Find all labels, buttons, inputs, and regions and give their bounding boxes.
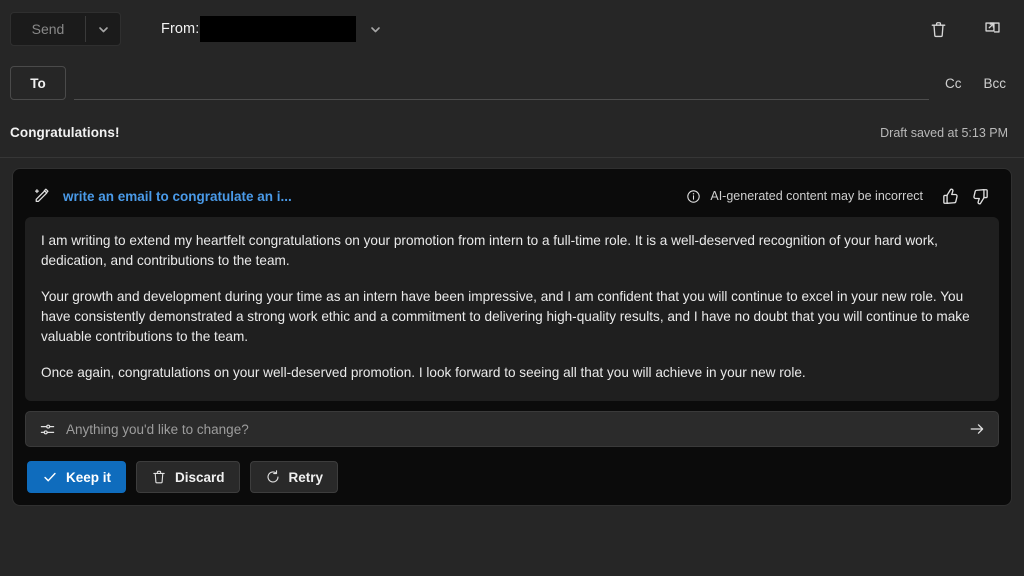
retry-label: Retry bbox=[288, 469, 324, 485]
email-paragraph: I am writing to extend my heartfelt cong… bbox=[41, 233, 938, 268]
bcc-button[interactable]: Bcc bbox=[981, 72, 1008, 95]
retry-button[interactable]: Retry bbox=[249, 461, 339, 493]
discard-label: Discard bbox=[175, 469, 225, 485]
cc-button[interactable]: Cc bbox=[943, 72, 964, 95]
command-bar-right-actions bbox=[922, 13, 1008, 45]
compose-command-bar: Send From: bbox=[0, 0, 1024, 58]
refine-submit-button[interactable] bbox=[962, 415, 992, 443]
to-input-area[interactable] bbox=[74, 66, 929, 100]
email-paragraph: Once again, congratulations on your well… bbox=[41, 365, 806, 380]
from-dropdown-button[interactable] bbox=[362, 16, 388, 42]
sliders-icon bbox=[36, 418, 58, 440]
info-circle-icon[interactable] bbox=[680, 183, 706, 209]
from-address-redacted bbox=[200, 16, 357, 42]
from-field-group[interactable]: From: bbox=[161, 12, 388, 46]
ai-disclaimer-text: AI-generated content may be incorrect bbox=[710, 189, 923, 203]
keep-it-button[interactable]: Keep it bbox=[27, 461, 127, 493]
from-label: From: bbox=[161, 21, 200, 37]
copilot-draft-panel: write an email to congratulate an i... A… bbox=[12, 168, 1012, 506]
send-split-button[interactable]: Send bbox=[10, 12, 121, 46]
to-input[interactable] bbox=[74, 66, 929, 100]
cc-bcc-group: Cc Bcc bbox=[943, 72, 1008, 95]
refine-prompt-bar[interactable] bbox=[25, 411, 999, 447]
trash-icon bbox=[153, 470, 165, 484]
subject-row: Congratulations! Draft saved at 5:13 PM bbox=[0, 108, 1024, 158]
copilot-panel-header: write an email to congratulate an i... A… bbox=[25, 179, 999, 213]
thumbs-up-icon bbox=[942, 188, 958, 204]
checkmark-icon bbox=[44, 472, 56, 482]
thumbs-down-button[interactable] bbox=[965, 181, 995, 211]
thumbs-down-icon bbox=[972, 188, 988, 204]
recipients-row: To Cc Bcc bbox=[0, 58, 1024, 108]
magic-pen-icon bbox=[31, 185, 53, 207]
keep-it-label: Keep it bbox=[66, 469, 112, 485]
send-options-dropdown[interactable] bbox=[86, 13, 120, 45]
to-field-underline bbox=[74, 99, 929, 100]
email-paragraph: Your growth and development during your … bbox=[41, 289, 970, 344]
refine-input[interactable] bbox=[66, 421, 962, 437]
generated-email-body[interactable]: I am writing to extend my heartfelt cong… bbox=[25, 217, 999, 401]
copilot-action-buttons: Keep it Discard Retry bbox=[25, 461, 999, 493]
draft-saved-status: Draft saved at 5:13 PM bbox=[880, 125, 1008, 140]
discard-button[interactable]: Discard bbox=[136, 461, 240, 493]
chevron-down-icon bbox=[98, 26, 108, 32]
to-button[interactable]: To bbox=[10, 66, 66, 100]
copilot-prompt-text[interactable]: write an email to congratulate an i... bbox=[63, 189, 292, 204]
pop-out-icon bbox=[984, 21, 1000, 33]
subject-text[interactable]: Congratulations! bbox=[10, 125, 120, 140]
arrow-right-icon bbox=[970, 424, 984, 434]
chevron-down-icon bbox=[371, 26, 380, 32]
copilot-header-actions: AI-generated content may be incorrect bbox=[680, 181, 995, 211]
copilot-panel-container: write an email to congratulate an i... A… bbox=[0, 158, 1024, 506]
discard-draft-button[interactable] bbox=[922, 13, 954, 45]
thumbs-up-button[interactable] bbox=[935, 181, 965, 211]
trash-icon bbox=[931, 21, 945, 37]
pop-out-button[interactable] bbox=[976, 13, 1008, 45]
refresh-icon bbox=[267, 470, 279, 483]
send-button[interactable]: Send bbox=[11, 13, 85, 45]
